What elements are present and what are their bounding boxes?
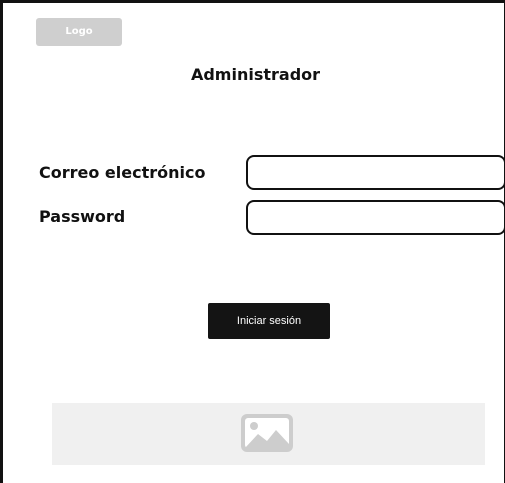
- page-title: Administrador: [190, 65, 321, 84]
- logo: Logo: [36, 18, 122, 46]
- image-placeholder: [52, 403, 485, 465]
- login-button[interactable]: Iniciar sesión: [208, 303, 330, 339]
- image-placeholder-icon: [241, 414, 293, 452]
- password-label: Password: [39, 207, 126, 226]
- password-field[interactable]: [246, 200, 505, 235]
- email-label: Correo electrónico: [39, 163, 206, 182]
- login-page: Logo Administrador Correo electrónico Pa…: [0, 0, 505, 483]
- email-field[interactable]: [246, 155, 505, 190]
